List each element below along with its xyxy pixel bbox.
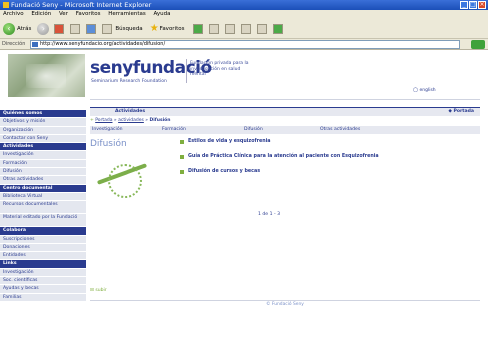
link-difusion-cursos-becas[interactable]: Difusión de cursos y becas [180, 169, 480, 175]
header-divider [186, 59, 187, 83]
sidebar-item[interactable]: Suscripciones [0, 235, 86, 244]
section-illustration [90, 156, 155, 201]
sidebar-item[interactable]: Material editado por la Fundació [0, 214, 86, 228]
sidebar-item[interactable]: Entidades [0, 252, 86, 261]
section-bar-title: Actividades [115, 109, 146, 114]
sidebar-section-header[interactable]: Centro documental [0, 184, 86, 193]
ie-icon [3, 2, 9, 8]
sidebar-item[interactable]: Contactar con Seny [0, 134, 86, 144]
english-link[interactable]: ◯ english [413, 88, 436, 93]
link-list: Estilos de vida y esquizofrenia Guía de … [180, 139, 480, 184]
main-content: Actividades ◆ Portada + Portada » activi… [90, 107, 480, 363]
favorites-icon[interactable]: ★ [150, 23, 159, 34]
sidebar-item[interactable]: Otras actividades [0, 176, 86, 185]
menu-edicion[interactable]: Edición [31, 11, 51, 17]
menu-favoritos[interactable]: Favoritos [76, 11, 101, 17]
folder-icon[interactable] [257, 23, 268, 34]
menu-bar: Archivo Edición Ver Favoritos Herramient… [0, 10, 488, 19]
link-estilos-de-vida[interactable]: Estilos de vida y esquizofrenia [180, 139, 480, 145]
page-footer: © Fundació Seny [90, 300, 480, 309]
back-icon[interactable]: ‹ [3, 22, 15, 35]
maximize-button[interactable]: □ [469, 1, 477, 9]
pagination: 1 de 1 - 3 [258, 212, 281, 217]
section-heading: Difusión [90, 139, 127, 149]
search-icon[interactable] [102, 23, 113, 34]
portada-link[interactable]: ◆ Portada [448, 108, 474, 116]
favorites-button[interactable]: Favoritos [160, 26, 185, 32]
sidebar-item[interactable]: Recursos documentales [0, 201, 86, 215]
breadcrumb: + Portada » actividades » Difusión [90, 118, 170, 123]
sidebar-section-header[interactable]: Links [0, 260, 86, 269]
tab-difusion[interactable]: Difusión [244, 126, 263, 134]
site-tagline: Fundación privada para la investigación … [190, 61, 249, 77]
media-icon[interactable] [193, 23, 204, 34]
forward-icon[interactable]: › [37, 22, 50, 35]
header-image [8, 54, 85, 97]
title-bar: Fundació Seny - Microsoft Internet Explo… [0, 0, 488, 10]
back-button[interactable]: Atrás [17, 26, 31, 32]
tab-formacion[interactable]: Formación [162, 126, 186, 134]
breadcrumb-parent[interactable]: actividades [118, 118, 144, 123]
refresh-icon[interactable] [70, 23, 81, 34]
window-title: Fundació Seny - Microsoft Internet Explo… [11, 1, 152, 9]
section-bar: Actividades ◆ Portada [90, 107, 480, 116]
address-bar: Dirección http://www.senyfundacio.org/ac… [0, 39, 488, 50]
close-button[interactable]: × [478, 1, 486, 9]
sidebar-item[interactable]: Organización [0, 126, 86, 135]
toolbar: ‹ Atrás › Búsqueda ★ Favoritos [0, 19, 488, 39]
tab-investigacion[interactable]: Investigación [92, 126, 123, 134]
sidebar-section-header[interactable]: Actividades [0, 143, 86, 152]
sidebar-item[interactable]: Donaciones [0, 243, 86, 253]
search-button[interactable]: Búsqueda [115, 26, 142, 32]
link-guia-practica-clinica[interactable]: Guía de Práctica Clínica para la atenció… [180, 154, 480, 160]
header-rule [90, 99, 480, 100]
back-to-top[interactable]: ⊟ subir [90, 288, 107, 293]
sidebar-item[interactable]: Soc. científicas [0, 277, 86, 286]
mail-icon[interactable] [225, 23, 236, 34]
address-label: Dirección [2, 41, 26, 47]
home-icon[interactable] [86, 23, 97, 34]
site-header: senyfundació Seminarium Research Foundat… [0, 51, 488, 101]
print-icon[interactable] [241, 23, 252, 34]
sidebar-section-header[interactable]: Colabora [0, 227, 86, 236]
sidebar-section-header[interactable]: Quiénes somos [0, 110, 86, 119]
sidebar-item[interactable]: Objetivos y misión [0, 118, 86, 127]
minimize-button[interactable]: _ [460, 1, 468, 9]
stop-icon[interactable] [54, 23, 65, 34]
window-controls: _ □ × [460, 1, 486, 9]
back-to-top-label[interactable]: subir [95, 288, 106, 293]
tab-otras-actividades[interactable]: Otras actividades [320, 126, 360, 134]
english-link-label[interactable]: english [419, 88, 435, 93]
address-input[interactable]: http://www.senyfundacio.org/actividades/… [30, 40, 460, 49]
menu-archivo[interactable]: Archivo [3, 11, 24, 17]
menu-herramientas[interactable]: Herramientas [108, 11, 145, 17]
go-button[interactable] [471, 40, 485, 49]
sidebar-item[interactable]: Ayudas y becas [0, 285, 86, 294]
sidebar-nav: Quiénes somos Objetivos y misión Organizac… [0, 110, 86, 363]
logo-subtitle: Seminarium Research Foundation [91, 79, 167, 84]
sidebar-item[interactable]: Investigación [0, 151, 86, 160]
browser-window: Fundació Seny - Microsoft Internet Explo… [0, 0, 488, 363]
sidebar-item[interactable]: Biblioteca Virtual [0, 192, 86, 202]
menu-ver[interactable]: Ver [59, 11, 68, 17]
sidebar-item[interactable]: Formación [0, 159, 86, 169]
messenger-icon[interactable] [273, 23, 284, 34]
sidebar-item[interactable]: Familias [0, 293, 86, 302]
sidebar-item[interactable]: Investigación [0, 268, 86, 278]
portada-link-label[interactable]: Portada [454, 109, 474, 114]
menu-ayuda[interactable]: Ayuda [154, 11, 171, 17]
breadcrumb-current: Difusión [149, 118, 171, 123]
history-icon[interactable] [209, 23, 220, 34]
tab-bar: Investigación Formación Difusión Otras a… [90, 126, 480, 134]
sidebar-item[interactable]: Difusión [0, 168, 86, 177]
web-page: senyfundació Seminarium Research Foundat… [0, 51, 488, 363]
breadcrumb-home[interactable]: Portada [95, 118, 112, 123]
